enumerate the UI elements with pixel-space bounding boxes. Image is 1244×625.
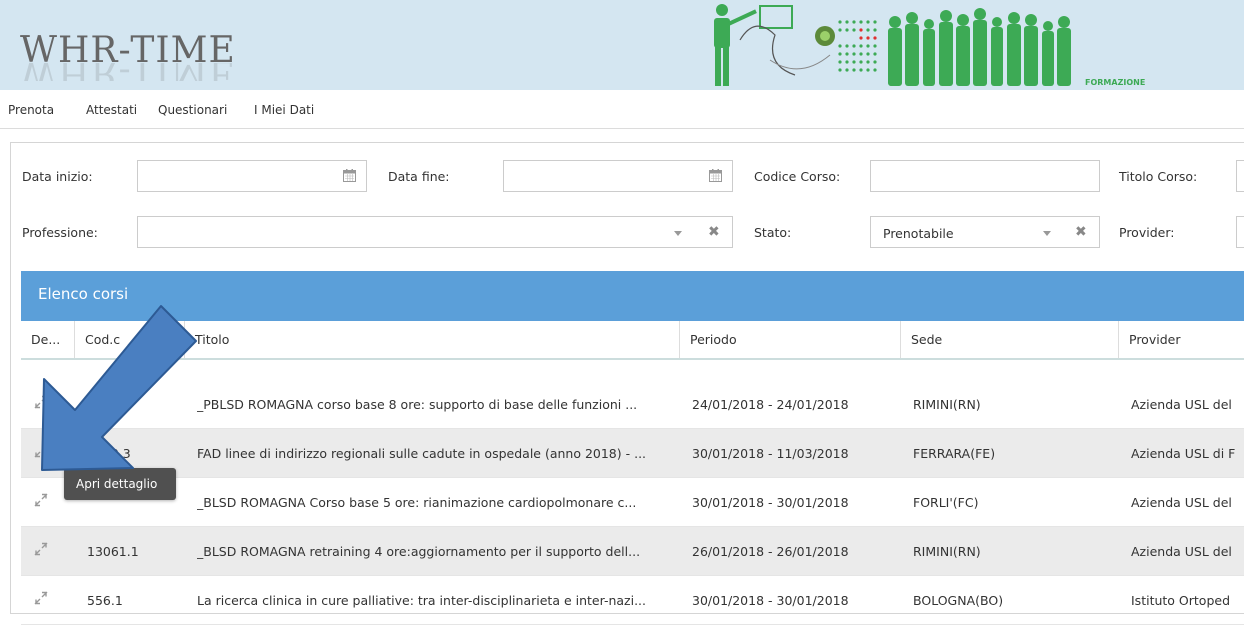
- column-label: Periodo: [690, 332, 737, 347]
- menu-item-questionari[interactable]: Questionari: [158, 103, 227, 117]
- data-inizio-field[interactable]: [137, 160, 367, 192]
- grid-column-headers: De... Cod.c Titolo Periodo Sede Provider: [21, 321, 1244, 360]
- column-header-periodo[interactable]: Periodo: [680, 321, 901, 358]
- cell-title: FAD linee di indirizzo regionali sulle c…: [197, 446, 647, 461]
- cell-site: FORLI'(FC): [913, 495, 979, 510]
- tooltip-text: Apri dettaglio: [76, 477, 158, 491]
- expand-icon[interactable]: [33, 541, 49, 557]
- course-list-title: Elenco corsi: [38, 285, 129, 303]
- calendar-icon[interactable]: [709, 169, 722, 182]
- expand-icon[interactable]: [33, 443, 49, 459]
- data-inizio-label: Data inizio:: [22, 169, 93, 184]
- cell-site: BOLOGNA(BO): [913, 593, 1004, 608]
- chevron-down-icon[interactable]: [674, 231, 682, 236]
- course-list-header: Elenco corsi: [21, 271, 1244, 321]
- column-label: Sede: [911, 332, 943, 347]
- column-header-dettaglio[interactable]: De...: [21, 321, 75, 358]
- calendar-icon[interactable]: [343, 169, 356, 182]
- cell-site: RIMINI(RN): [913, 397, 981, 412]
- clear-icon[interactable]: ✖: [1075, 224, 1087, 240]
- codice-corso-input[interactable]: [870, 160, 1100, 192]
- stato-select[interactable]: Prenotabile ✖: [870, 216, 1100, 248]
- cell-period: 30/01/2018 - 30/01/2018: [692, 593, 849, 608]
- cell-title: La ricerca clinica in cure palliative: t…: [197, 593, 646, 608]
- titolo-corso-input[interactable]: [1236, 160, 1244, 192]
- column-label: De...: [31, 332, 61, 347]
- cell-provider: Azienda USL di F: [1131, 446, 1236, 461]
- cell-code: 2180.3: [87, 446, 131, 461]
- expand-icon[interactable]: [33, 590, 49, 606]
- menu-item-miei-dati[interactable]: I Miei Dati: [254, 103, 314, 117]
- cell-period: 30/01/2018 - 11/03/2018: [692, 446, 849, 461]
- expand-tooltip: Apri dettaglio: [64, 468, 176, 500]
- table-row[interactable]: 13061.1 _BLSD ROMAGNA retraining 4 ore:a…: [21, 527, 1244, 576]
- column-header-titolo[interactable]: Titolo: [185, 321, 680, 358]
- cell-provider: Azienda USL del: [1131, 495, 1232, 510]
- table-row[interactable]: 556.1 La ricerca clinica in cure palliat…: [21, 576, 1244, 625]
- stato-value: Prenotabile: [883, 226, 954, 241]
- cell-period: 26/01/2018 - 26/01/2018: [692, 544, 849, 559]
- clear-icon[interactable]: ✖: [708, 224, 720, 240]
- chevron-down-icon[interactable]: [1043, 231, 1051, 236]
- provider-label: Provider:: [1119, 225, 1175, 240]
- data-fine-label: Data fine:: [388, 169, 450, 184]
- table-row[interactable]: 2180.3 FAD linee di indirizzo regionali …: [21, 429, 1244, 478]
- column-label: Cod.c: [85, 332, 121, 347]
- cell-title: _BLSD ROMAGNA retraining 4 ore:aggiornam…: [197, 544, 641, 559]
- table-row[interactable]: _BLSD ROMAGNA Corso base 5 ore: rianimaz…: [21, 478, 1244, 527]
- cell-provider: Azienda USL del: [1131, 544, 1232, 559]
- cell-code: 13061.1: [87, 544, 139, 559]
- cell-provider: Azienda USL del: [1131, 397, 1232, 412]
- main-menu: Prenota Attestati Questionari I Miei Dat…: [0, 90, 1244, 129]
- codice-corso-label: Codice Corso:: [754, 169, 841, 184]
- training-banner-image: [714, 4, 1071, 86]
- header: WHR-TIME WHR-TIME: [0, 0, 1244, 90]
- menu-item-prenota[interactable]: Prenota: [8, 103, 54, 117]
- cell-code: 556.1: [87, 593, 123, 608]
- table-row[interactable]: _PBLSD ROMAGNA corso base 8 ore: support…: [21, 380, 1244, 429]
- provider-select[interactable]: [1236, 216, 1244, 248]
- data-fine-field[interactable]: [503, 160, 733, 192]
- column-header-sede[interactable]: Sede: [901, 321, 1119, 358]
- professione-label: Professione:: [22, 225, 98, 240]
- banner-label: FORMAZIONE: [1085, 78, 1146, 87]
- cell-period: 24/01/2018 - 24/01/2018: [692, 397, 849, 412]
- titolo-corso-label: Titolo Corso:: [1119, 169, 1198, 184]
- cell-site: RIMINI(RN): [913, 544, 981, 559]
- expand-icon[interactable]: [33, 492, 49, 508]
- menu-item-attestati[interactable]: Attestati: [86, 103, 137, 117]
- cell-title: _PBLSD ROMAGNA corso base 8 ore: support…: [197, 397, 638, 412]
- stato-label: Stato:: [754, 225, 792, 240]
- cell-provider: Istituto Ortoped: [1131, 593, 1231, 608]
- column-label: Titolo: [195, 332, 230, 347]
- column-header-provider[interactable]: Provider: [1119, 321, 1244, 358]
- app-logo-reflection: WHR-TIME: [20, 63, 236, 81]
- cell-title: _BLSD ROMAGNA Corso base 5 ore: rianimaz…: [197, 495, 637, 510]
- cell-period: 30/01/2018 - 30/01/2018: [692, 495, 849, 510]
- column-label: Provider: [1129, 332, 1181, 347]
- cell-site: FERRARA(FE): [913, 446, 996, 461]
- professione-select[interactable]: ✖: [137, 216, 733, 248]
- expand-icon[interactable]: [33, 394, 49, 410]
- column-header-codice[interactable]: Cod.c: [75, 321, 185, 358]
